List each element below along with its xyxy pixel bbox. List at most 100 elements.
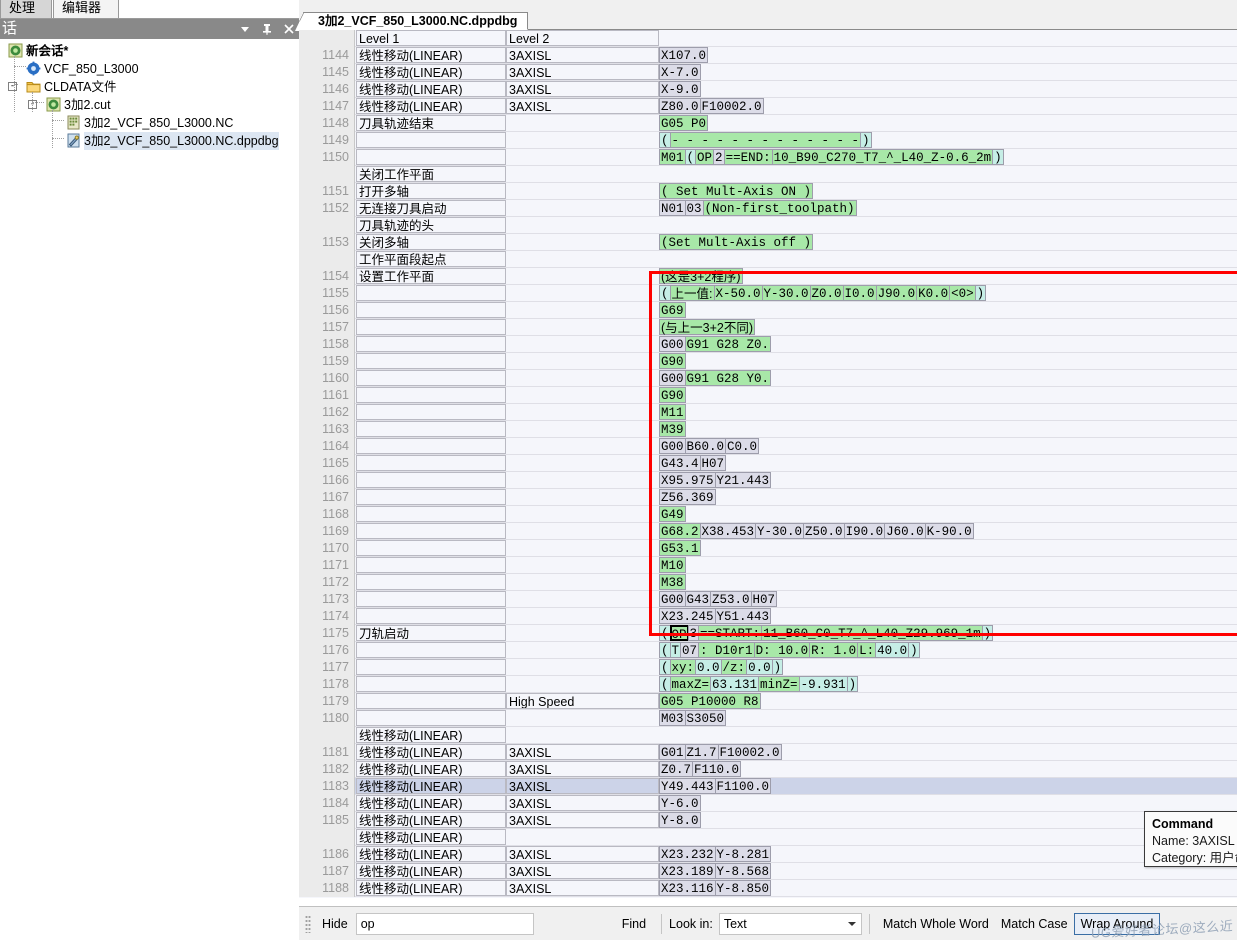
cell-level1[interactable] [356, 438, 506, 454]
table-row[interactable]: 1179 High Speed G05 P10000 R8 [299, 693, 1237, 710]
code-token[interactable]: G43 [684, 591, 712, 607]
cell-level1[interactable] [356, 370, 506, 386]
code-token[interactable]: ) [981, 625, 994, 641]
code-token[interactable]: G05 P0 [659, 115, 709, 131]
code-token[interactable]: 0.0 [746, 659, 773, 675]
code-token[interactable]: X-9.0 [659, 81, 701, 97]
cell-level1[interactable]: Level 1 [356, 30, 506, 46]
table-row[interactable]: 1183 线性移动(LINEAR) 3AXISL Y49.443 F1100.0 [299, 778, 1237, 795]
code-token[interactable]: K0.0 [916, 285, 951, 301]
code-token[interactable]: I0.0 [842, 285, 877, 301]
table-row[interactable]: 工作平面段起点 [299, 251, 1237, 268]
code-token[interactable]: S3050 [684, 710, 727, 726]
cell-level1[interactable]: 线性移动(LINEAR) [356, 64, 506, 80]
code-token[interactable]: Y-6.0 [659, 795, 701, 811]
cell-level2[interactable]: 3AXISL [506, 47, 659, 63]
code-token[interactable]: 03 [684, 200, 704, 216]
code-token[interactable]: X107.0 [659, 47, 709, 63]
cell-level1[interactable] [356, 659, 506, 675]
table-row[interactable]: 1178 (maxZ= 63.131 minZ= -9.931) [299, 676, 1237, 693]
table-row[interactable]: 1161 G90 [299, 387, 1237, 404]
code-token[interactable]: ) [908, 642, 920, 658]
cell-level1[interactable]: 线性移动(LINEAR) [356, 795, 506, 811]
cell-level1[interactable] [356, 591, 506, 607]
code-token[interactable]: Y-8.281 [714, 846, 772, 862]
code-token[interactable]: C0.0 [725, 438, 760, 454]
code-token[interactable]: G53.1 [659, 540, 701, 556]
drag-grip-icon[interactable] [305, 914, 311, 933]
code-token[interactable]: M03 [659, 710, 686, 726]
cell-level1[interactable] [356, 149, 506, 165]
code-token[interactable]: ) [846, 676, 859, 692]
code-token[interactable]: N01 [659, 200, 686, 216]
code-token[interactable]: H07 [699, 455, 727, 471]
code-token[interactable]: Z56.369 [659, 489, 716, 505]
cell-level1[interactable] [356, 506, 506, 522]
code-token[interactable]: -9.931 [798, 676, 848, 692]
code-token[interactable]: maxZ= [669, 676, 712, 692]
code-token[interactable]: ) [992, 149, 1004, 165]
table-row[interactable]: 1187 线性移动(LINEAR) 3AXISL X23.189 Y-8.568 [299, 863, 1237, 880]
match-whole-word-option[interactable]: Match Whole Word [877, 914, 995, 934]
code-token[interactable]: M38 [659, 574, 686, 590]
code-token[interactable]: M39 [659, 421, 686, 437]
table-row[interactable]: 1153 关闭多轴 (Set Mult-Axis off ) [299, 234, 1237, 251]
code-token[interactable]: ) [974, 285, 987, 301]
cell-level2[interactable]: Level 2 [506, 30, 659, 46]
cell-level2[interactable]: 3AXISL [506, 81, 659, 97]
cell-level1[interactable] [356, 285, 506, 301]
cell-level2[interactable]: 3AXISL [506, 778, 659, 794]
cell-level1[interactable]: 线性移动(LINEAR) [356, 812, 506, 828]
code-token[interactable]: ==END: [723, 149, 773, 165]
code-token[interactable]: K-90.0 [924, 523, 974, 539]
code-token[interactable]: 11_B60_C0_T7_^_L40_Z29.969_1m [761, 625, 983, 641]
code-token[interactable]: G00 [659, 370, 686, 386]
cell-level2[interactable]: 3AXISL [506, 795, 659, 811]
cell-level1[interactable] [356, 302, 506, 318]
code-token[interactable]: Y-30.0 [755, 523, 805, 539]
code-token[interactable]: 40.0 [875, 642, 910, 658]
cell-level1[interactable] [356, 608, 506, 624]
code-token[interactable]: G00 [659, 591, 686, 607]
table-row[interactable]: 1188 线性移动(LINEAR) 3AXISL X23.116 Y-8.850 [299, 880, 1237, 897]
table-row[interactable]: 1163 M39 [299, 421, 1237, 438]
cell-level1[interactable]: 线性移动(LINEAR) [356, 727, 506, 743]
code-token[interactable]: Z0.0 [809, 285, 844, 301]
find-button[interactable]: Find [614, 914, 654, 934]
table-row[interactable]: 1156 G69 [299, 302, 1237, 319]
code-token[interactable]: OP [669, 625, 689, 642]
cell-level1[interactable]: 工作平面段起点 [356, 251, 506, 267]
tree-item-5[interactable]: 3加2_VCF_850_L3000.NC.dppdbg [0, 132, 299, 150]
cell-level1[interactable] [356, 540, 506, 556]
code-token[interactable]: Y21.443 [714, 472, 772, 488]
table-row[interactable]: 线性移动(LINEAR) [299, 829, 1237, 846]
table-row[interactable]: 1181 线性移动(LINEAR) 3AXISL G01 Z1.7 F10002.0 [299, 744, 1237, 761]
code-token[interactable]: J90.0 [875, 285, 918, 301]
table-row[interactable]: 1168 G49 [299, 506, 1237, 523]
code-token[interactable]: B60.0 [684, 438, 727, 454]
cell-level1[interactable] [356, 642, 506, 658]
table-row[interactable]: 1149 (- - - - - - - - - - - - -) [299, 132, 1237, 149]
table-row[interactable]: 1155 (上一值: X-50.0 Y-30.0 Z0.0 I0.0 J90.0 K0.0 <0… [299, 285, 1237, 302]
code-token[interactable]: : D10r1 [698, 642, 755, 658]
code-token[interactable]: I90.0 [843, 523, 886, 539]
cell-level1[interactable]: 线性移动(LINEAR) [356, 863, 506, 879]
code-token[interactable]: X-50.0 [713, 285, 763, 301]
table-row[interactable]: 1167 Z56.369 [299, 489, 1237, 506]
code-token[interactable]: xy: [669, 659, 697, 675]
wrap-around-option[interactable]: Wrap Around [1073, 912, 1161, 935]
table-row[interactable]: 1154 设置工作平面 (这是3+2程序) [299, 268, 1237, 285]
code-token[interactable]: X38.453 [699, 523, 757, 539]
table-row[interactable]: 1144 线性移动(LINEAR) 3AXISL X107.0 [299, 47, 1237, 64]
lookin-select[interactable]: Text [718, 912, 862, 935]
code-token[interactable]: F10002.0 [717, 744, 782, 760]
code-token[interactable]: ==START: [698, 625, 763, 641]
code-token[interactable]: Z50.0 [803, 523, 845, 539]
table-row[interactable]: 1174 X23.245 Y51.443 [299, 608, 1237, 625]
table-row[interactable]: 1184 线性移动(LINEAR) 3AXISL Y-6.0 [299, 795, 1237, 812]
cell-level1[interactable] [356, 693, 506, 709]
table-row[interactable]: 1159 G90 [299, 353, 1237, 370]
chevron-down-icon[interactable] [239, 22, 251, 36]
code-grid[interactable]: Level 1 Level 2 1144 线性移动(LINEAR) 3AXISL X107… [299, 30, 1237, 898]
code-token[interactable]: (Set Mult-Axis off ) [659, 234, 814, 250]
